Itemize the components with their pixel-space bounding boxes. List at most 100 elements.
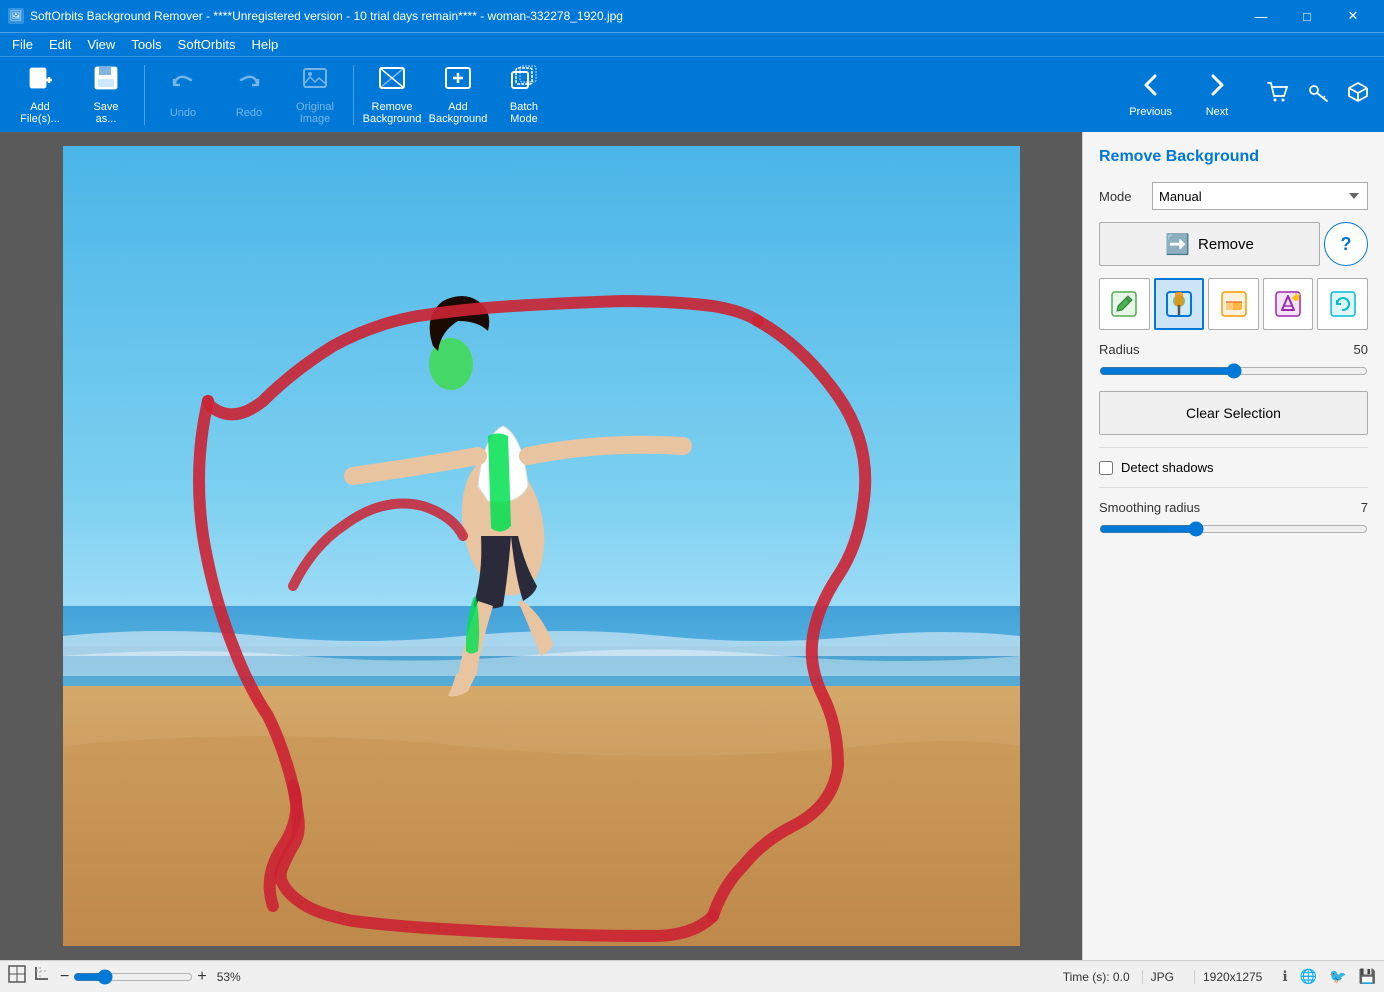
clear-selection-label: Clear Selection — [1186, 405, 1281, 421]
share-icon[interactable]: 🌐 — [1300, 968, 1317, 985]
batch-mode-icon — [510, 64, 538, 97]
mode-select[interactable]: Manual Automatic Magic Wand — [1152, 182, 1368, 210]
menu-help[interactable]: Help — [243, 35, 286, 54]
menu-softorbits[interactable]: SoftOrbits — [170, 35, 244, 54]
toolbar-sep-1 — [144, 65, 145, 125]
toolbar-sep-2 — [353, 65, 354, 125]
canvas-area[interactable] — [0, 132, 1082, 960]
menu-tools[interactable]: Tools — [123, 35, 169, 54]
status-left: − + 53% — [8, 965, 1055, 988]
next-icon — [1204, 72, 1230, 104]
divider-1 — [1099, 447, 1368, 448]
minimize-button[interactable]: — — [1238, 0, 1284, 32]
zoom-out-button[interactable]: − — [60, 968, 69, 986]
smoothing-slider[interactable] — [1099, 521, 1368, 537]
menu-file[interactable]: File — [4, 35, 41, 54]
format-label: JPG — [1142, 970, 1182, 984]
add-background-icon — [444, 64, 472, 97]
batch-mode-label: Batch Mode — [510, 101, 538, 125]
mode-row: Mode Manual Automatic Magic Wand — [1099, 182, 1368, 210]
remove-arrow-icon: ➡️ — [1165, 232, 1190, 257]
original-image-button[interactable]: Original Image — [283, 61, 347, 129]
eraser-tool[interactable] — [1208, 278, 1259, 330]
key-icon[interactable] — [1300, 74, 1336, 116]
save-as-button[interactable]: Save as... — [74, 61, 138, 129]
panel-title: Remove Background — [1099, 148, 1368, 166]
menu-view[interactable]: View — [79, 35, 123, 54]
remove-button-label: Remove — [1198, 236, 1254, 253]
zoom-slider[interactable] — [73, 969, 193, 985]
help-icon: ? — [1341, 234, 1352, 255]
canvas-image[interactable] — [0, 132, 1082, 960]
info-icon[interactable]: ℹ — [1282, 968, 1287, 985]
next-label: Next — [1206, 106, 1229, 118]
remove-background-button[interactable]: Remove Background — [360, 61, 424, 129]
remove-background-label: Remove Background — [363, 101, 422, 125]
previous-label: Previous — [1129, 106, 1172, 118]
remove-button[interactable]: ➡️ Remove — [1099, 222, 1320, 266]
smoothing-value: 7 — [1338, 500, 1368, 515]
pencil-keep-tool[interactable] — [1099, 278, 1150, 330]
box-icon[interactable] — [1340, 74, 1376, 116]
previous-icon — [1138, 72, 1164, 104]
redo-label: Redo — [236, 107, 262, 119]
detect-shadows-row: Detect shadows — [1099, 460, 1368, 475]
status-bar: − + 53% Time (s): 0.0 JPG 1920x1275 ℹ 🌐 … — [0, 960, 1384, 992]
detect-shadows-checkbox[interactable] — [1099, 461, 1113, 475]
mode-label: Mode — [1099, 189, 1144, 204]
next-button[interactable]: Next — [1192, 68, 1242, 122]
toolbar-right-icons — [1260, 74, 1376, 116]
zoom-control: − + 53% — [60, 968, 253, 986]
original-image-icon — [301, 64, 329, 97]
toolbar: Add File(s)... Save as... Undo Redo Orig… — [0, 56, 1384, 132]
smoothing-label: Smoothing radius — [1099, 500, 1200, 515]
main-area: Remove Background Mode Manual Automatic … — [0, 132, 1384, 960]
detect-shadows-label[interactable]: Detect shadows — [1121, 460, 1214, 475]
help-button[interactable]: ? — [1324, 222, 1368, 266]
undo-icon — [169, 70, 197, 103]
maximize-button[interactable]: □ — [1284, 0, 1330, 32]
remove-btn-row: ➡️ Remove ? — [1099, 222, 1368, 266]
window-title: SoftOrbits Background Remover - ****Unre… — [30, 9, 623, 23]
time-label: Time (s): 0.0 — [1063, 970, 1130, 984]
original-image-label: Original Image — [296, 101, 334, 125]
add-background-button[interactable]: Add Background — [426, 61, 490, 129]
add-files-label: Add File(s)... — [20, 101, 60, 125]
add-background-label: Add Background — [429, 101, 488, 125]
save-icon — [92, 64, 120, 97]
twitter-icon[interactable]: 🐦 — [1329, 968, 1346, 985]
save-as-label: Save as... — [93, 101, 118, 125]
brush-keep-tool[interactable] — [1154, 278, 1205, 330]
menu-bar: File Edit View Tools SoftOrbits Help — [0, 32, 1384, 56]
menu-edit[interactable]: Edit — [41, 35, 79, 54]
app-icon: 🖼 — [8, 8, 24, 24]
navigation-group: Previous Next — [1117, 68, 1242, 122]
radius-slider-row: Radius 50 — [1099, 342, 1368, 379]
close-button[interactable]: ✕ — [1330, 0, 1376, 32]
add-files-icon — [26, 64, 54, 97]
fit-icon[interactable] — [8, 965, 26, 988]
batch-mode-button[interactable]: Batch Mode — [492, 61, 556, 129]
add-files-button[interactable]: Add File(s)... — [8, 61, 72, 129]
remove-background-icon — [378, 64, 406, 97]
clear-selection-button[interactable]: Clear Selection — [1099, 391, 1368, 435]
undo-button[interactable]: Undo — [151, 61, 215, 129]
save-icon-sm[interactable]: 💾 — [1359, 968, 1376, 985]
undo-label: Undo — [170, 107, 196, 119]
restore-tool[interactable] — [1317, 278, 1368, 330]
status-right: Time (s): 0.0 JPG 1920x1275 ℹ 🌐 🐦 💾 — [1063, 968, 1376, 985]
title-bar: 🖼 SoftOrbits Background Remover - ****Un… — [0, 0, 1384, 32]
smoothing-slider-row: Smoothing radius 7 — [1099, 500, 1368, 537]
zoom-value: 53% — [217, 970, 253, 984]
zoom-in-button[interactable]: + — [197, 968, 206, 986]
cart-icon[interactable] — [1260, 74, 1296, 116]
previous-button[interactable]: Previous — [1117, 68, 1184, 122]
tool-buttons-row — [1099, 278, 1368, 330]
divider-2 — [1099, 487, 1368, 488]
auto-select-tool[interactable] — [1263, 278, 1314, 330]
redo-button[interactable]: Redo — [217, 61, 281, 129]
radius-slider[interactable] — [1099, 363, 1368, 379]
radius-label: Radius — [1099, 342, 1144, 357]
redo-icon — [235, 70, 263, 103]
crop-icon[interactable] — [34, 965, 52, 988]
